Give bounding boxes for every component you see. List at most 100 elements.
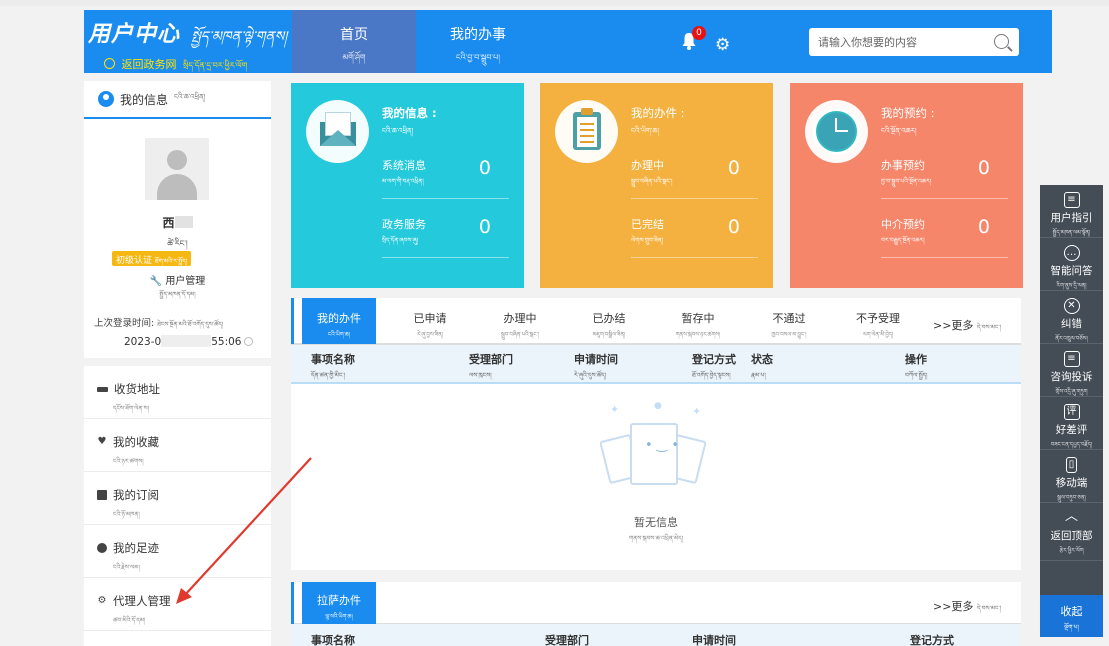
tab-my-cases[interactable]: 我的办件 ངའི་ཡིག་ཆ། [291,298,376,344]
card-row-system-messages[interactable]: 系统消息 མ་ལག་གི་བརྡ་འཕྲིན། 0 [382,145,509,199]
count-value: 0 [977,216,990,238]
back-to-portal-link[interactable]: 返回政务网 སྲིད་དོན་དྲ་བར་ཕྱིར་ལོག [104,56,247,79]
sidebar-title: 我的信息 [120,92,169,107]
user-sidebar: 我的信息 ངའི་ཆ་འཕྲིན། 西 ཚེ་རིང་། 初级认证 ཐོག་མའ… [84,81,271,646]
count-value: 0 [977,157,990,179]
lhasa-tabs: 拉萨办件 ལྷ་སའི་ཡིག་ཆ། >>更多 དེ་བས་མང་། [291,582,1021,624]
col-item-name: 事项名称 [311,634,355,646]
tab-lhasa-cases[interactable]: 拉萨办件 ལྷ་སའི་ཡིག་ཆ། [291,582,376,624]
user-icon [98,91,114,107]
card-title: 我的信息 : [382,106,437,120]
address-icon [97,386,108,392]
back-link-label: 返回政务网 [121,58,177,71]
sidebar-item-agent-management[interactable]: ⚙ 代理人管理 ཚབ་མིའི་དོ་དམ། [84,578,271,631]
gear-icon: ⚙ [97,595,107,606]
notification-badge: 0 [692,26,706,40]
floating-toolbar: ≡ 用户指引 སྤྱོད་མཁན་ལམ་སྟོན། … 智能问答 རིག་ནུས་ད… [1040,185,1103,637]
toolbar-back-to-top[interactable]: ︿ 返回顶部 རྩེར་ཕྱིར་ལོག [1040,503,1103,561]
brand-title-tibetan: སྤྱོད་མཁན་ལྟེ་གནས། [191,29,288,45]
tab-in-progress[interactable]: 办理中 སྒྲུབ་བཞིན་པའི་སྒང་། [485,298,555,344]
cases-panel: 我的办件 ངའི་ཡིག་ཆ། 已申请 རེ་ཞུ་བྱས་ཟིན། 办理中 སྒྲུ… [291,298,1021,570]
sidebar-item-address[interactable]: 收货地址 དངོས་ཟོག་ལེན་ས། [84,366,271,419]
card-row-completed[interactable]: 已完结 ལེགས་གྲུབ་ཟིན། 0 [631,204,758,258]
rating-icon: 评 [1063,404,1080,420]
clock-icon [244,337,254,346]
header-bar: 用户中心 སྤྱོད་མཁན་ལྟེ་གནས། 返回政务网 སྲིད་དོན་ད… [84,10,1052,73]
error-icon: ✕ [1063,298,1080,314]
count-value: 0 [478,216,491,238]
card-my-info[interactable]: 我的信息 : ངའི་ཆ་འཕྲིན། 系统消息 མ་ལག་གི་བརྡ་འཕྲི… [291,83,524,288]
brand: 用户中心 སྤྱོད་མཁན་ལྟེ་གནས། [88,16,287,60]
nav-tab-home[interactable]: 首页 མགོ་ཤོག [292,10,416,73]
sidebar-item-subscriptions[interactable]: 我的订阅 ངའི་ཉོ་མཁན། [84,472,271,525]
tab-applied[interactable]: 已申请 རེ་ཞུ་བྱས་ཟིན། [395,298,465,344]
sidebar-item-footprints[interactable]: 我的足迹 ངའི་རྗེས་ལམ། [84,525,271,578]
mobile-icon: ▯ [1066,457,1077,473]
search-box [809,28,1019,56]
col-actions: 操作 བཀོལ་སྤྱོད། [905,353,928,379]
card-title-tibetan: ངའི་ཆ་འཕྲིན། [382,127,414,135]
col-department: 受理部门 [545,634,589,646]
card-row-in-progress[interactable]: 办理中 སྒྲུབ་བཞིན་པའི་སྒང་། 0 [631,145,758,199]
toolbar-error-correction[interactable]: ✕ 纠错 ནོར་འཁྲུལ་བཅོས། [1040,291,1103,344]
top-icon: ︿ [1064,509,1078,524]
card-row-agency-appointments[interactable]: 中介预约 བར་བརྒྱུད་སྔོན་འཆར། 0 [881,204,1008,258]
tab-finished[interactable]: 已办结 མཇུག་བསྒྲིལ་ཟིན། [574,298,644,344]
empty-state-tibetan: གནས་སྐབས་ཆ་འཕྲིན་མེད། [628,535,683,542]
clipboard-icon [555,100,618,163]
card-my-cases[interactable]: 我的办件 : ངའི་ཡིག་ཆ། 办理中 སྒྲུབ་བཞིན་པའི་སྒང་… [540,83,773,288]
tab-not-accepted[interactable]: 不予受理 ལག་ལེན་མི་བྱེད། [843,298,913,344]
verification-badge[interactable]: 初级认证 ཐོག་མའི་ར་སྤྲོད། [112,251,192,266]
nav-tab-tibetan: ངའི་བྱ་བ་སྒྲུབ་པ། [455,53,501,62]
toolbar-user-guide[interactable]: ≡ 用户指引 སྤྱོད་མཁན་ལམ་སྟོན། [1040,185,1103,238]
card-title-tibetan: ངའི་སྔོན་འཆར། [881,127,917,135]
table-header: 事项名称 དོན་ཚན་གྱི་མིང་། 受理部门 ལས་ཁུངས། 申请时间 རེ… [291,344,1021,384]
mail-icon [306,100,369,163]
toolbar-rating[interactable]: 评 好差评 བཟང་ངན་དཔྱད་བརྗོད། [1040,397,1103,450]
sidebar-item-favorites[interactable]: ♥ 我的收藏 ངའི་ཉར་ཚགས། [84,419,271,472]
user-management-link[interactable]: 🔧 用户管理 [84,272,271,287]
back-icon [104,58,115,69]
avatar[interactable] [145,138,209,200]
toolbar-smart-qa[interactable]: … 智能问答 རིག་ནུས་དྲི་ལན། [1040,238,1103,291]
card-row-service-appointments[interactable]: 办事预约 བྱ་བ་སྒྲུབ་པའི་སྔོན་འཆར། 0 [881,145,1008,199]
search-input[interactable] [809,28,985,56]
sidebar-title-tibetan: ངའི་ཆ་འཕྲིན། [174,92,206,101]
search-icon[interactable] [994,34,1009,49]
more-link[interactable]: >>更多 དེ་བས་མང་། [933,317,1001,338]
card-title: 我的预约 : [881,106,935,120]
empty-documents-icon: • ‿ • ✦ ● ✦ [594,401,714,501]
card-title-tibetan: ངའི་ཡིག་ཆ། [631,127,659,135]
verify-tibetan: ཐོག་མའི་ར་སྤྲོད། [154,258,188,265]
nav-tab-label: 首页 [340,27,368,43]
brand-title: 用户中心 [88,22,181,47]
nav-tab-tibetan: མགོ་ཤོག [342,53,366,62]
guide-icon: ≡ [1063,192,1080,208]
complaint-icon: ≡ [1063,351,1080,367]
card-title: 我的办件 : [631,106,685,120]
footprint-icon [97,543,107,553]
toolbar-collapse-button[interactable]: 收起 ལྡོག་པ། [1040,595,1103,637]
back-link-tibetan: སྲིད་དོན་དྲ་བར་ཕྱིར་ལོག [183,61,248,70]
user-management-tibetan: སྤྱོད་མཁན་དོ་དམ། [159,291,196,298]
sidebar-divider [84,358,271,366]
col-item-name: 事项名称 དོན་ཚན་གྱི་མིང་། [311,353,355,379]
col-register-method: 登记方式 ཐོ་འགོད་བྱེད་སྟངས། [692,353,736,379]
nav-tab-my-affairs[interactable]: 我的办事 ངའི་བྱ་བ་སྒྲུབ་པ། [416,10,540,73]
tab-rejected[interactable]: 不通过 ཁྱབ་བསལ་མ་བྱུང་། [754,298,824,344]
count-value: 0 [478,157,491,179]
user-name: 西 [84,214,271,231]
last-login-label: 上次登录时间: ཐེངས་སྔོན་མའི་ཐོ་འགོད་དུས་ཚོད། [94,318,224,329]
toolbar-complaint[interactable]: ≡ 咨询投诉 གྲོས་འདྲི་ཞུ་གཏུག [1040,344,1103,397]
card-row-gov-services[interactable]: 政务服务 སྲིད་དོན་ཞབས་ཞུ། 0 [382,204,509,258]
toolbar-mobile[interactable]: ▯ 移动端 སྒུལ་བཏུབ་ཅན། [1040,450,1103,503]
cases-tabs: 我的办件 ངའི་ཡིག་ཆ། 已申请 རེ་ཞུ་བྱས་ཟིན། 办理中 སྒྲུ… [291,298,1021,344]
card-my-appointments[interactable]: 我的预约 : ངའི་སྔོན་འཆར། 办事预约 བྱ་བ་སྒྲུབ་པའི་… [790,83,1023,288]
gear-icon[interactable]: ⚙ [715,35,730,55]
heart-icon: ♥ [97,436,107,447]
more-link[interactable]: >>更多 དེ་བས་མང་། [933,598,1001,619]
tab-draft[interactable]: 暂存中 གནས་སྐབས་ཉར་ཚགས། [653,298,743,344]
col-register-method: 登记方式 [910,634,954,646]
top-strip [0,0,1109,6]
count-value: 0 [727,157,740,179]
